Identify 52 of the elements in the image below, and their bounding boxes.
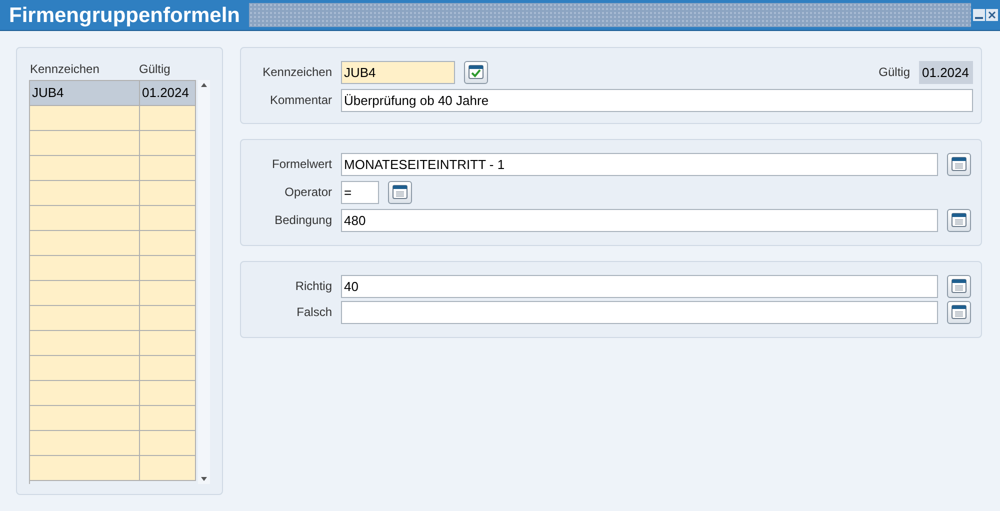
field-label: Richtig	[294, 278, 332, 295]
calendar-list-icon	[951, 278, 967, 294]
close-icon	[988, 11, 996, 19]
input-field[interactable]: 480	[341, 208, 938, 232]
field-label: Bedingung	[274, 212, 332, 229]
list-row[interactable]	[30, 156, 196, 181]
list-row[interactable]	[30, 131, 196, 156]
input-field[interactable]: =	[341, 180, 379, 204]
calendar-list-icon	[392, 184, 408, 200]
field-label: Gültig	[878, 64, 910, 81]
list-row[interactable]	[30, 181, 196, 206]
lookup-button[interactable]	[947, 208, 971, 232]
input-field[interactable]	[341, 300, 938, 324]
lookup-button[interactable]	[947, 152, 971, 176]
minimize-button[interactable]	[973, 9, 985, 21]
field-label: Falsch	[296, 304, 332, 321]
calendar-check-icon	[468, 64, 484, 80]
calendar-list-icon	[951, 156, 967, 172]
table-cell: 01.2024	[140, 81, 196, 105]
field-label: Kommentar	[268, 92, 332, 109]
list-row[interactable]	[30, 106, 196, 131]
close-button[interactable]	[986, 9, 998, 21]
list-row[interactable]	[30, 431, 196, 456]
list-row[interactable]	[30, 456, 196, 481]
input-field[interactable]: MONATESEITEINTRITT - 1	[341, 152, 938, 176]
list-row[interactable]	[30, 356, 196, 381]
window-title: Firmengruppenformeln	[8, 3, 242, 29]
column-header: Gültig	[139, 61, 170, 78]
input-field[interactable]: 01.2024	[919, 60, 973, 84]
list-row[interactable]	[30, 231, 196, 256]
calendar-list-icon	[951, 304, 967, 320]
field-label: Formelwert	[270, 156, 332, 173]
input-field[interactable]: 40	[341, 274, 938, 298]
list-row[interactable]	[30, 406, 196, 431]
lookup-button[interactable]	[388, 180, 412, 204]
column-header: Kennzeichen	[29, 61, 100, 78]
lookup-button[interactable]	[947, 274, 971, 298]
list-row[interactable]: JUB4 01.2024	[30, 81, 196, 106]
lookup-button[interactable]	[464, 60, 488, 84]
list-row[interactable]	[30, 306, 196, 331]
list-row[interactable]	[30, 256, 196, 281]
list-row[interactable]	[30, 206, 196, 231]
calendar-list-icon	[951, 212, 967, 228]
input-field[interactable]: JUB4	[341, 60, 455, 84]
list-row[interactable]	[30, 331, 196, 356]
field-label: Operator	[284, 184, 332, 201]
lookup-button[interactable]	[947, 300, 971, 324]
field-label: Kennzeichen	[262, 64, 332, 81]
table-cell: JUB4	[30, 81, 140, 105]
list-row[interactable]	[30, 381, 196, 406]
list-row[interactable]	[30, 281, 196, 306]
input-field[interactable]: Überprüfung ob 40 Jahre	[341, 88, 973, 112]
